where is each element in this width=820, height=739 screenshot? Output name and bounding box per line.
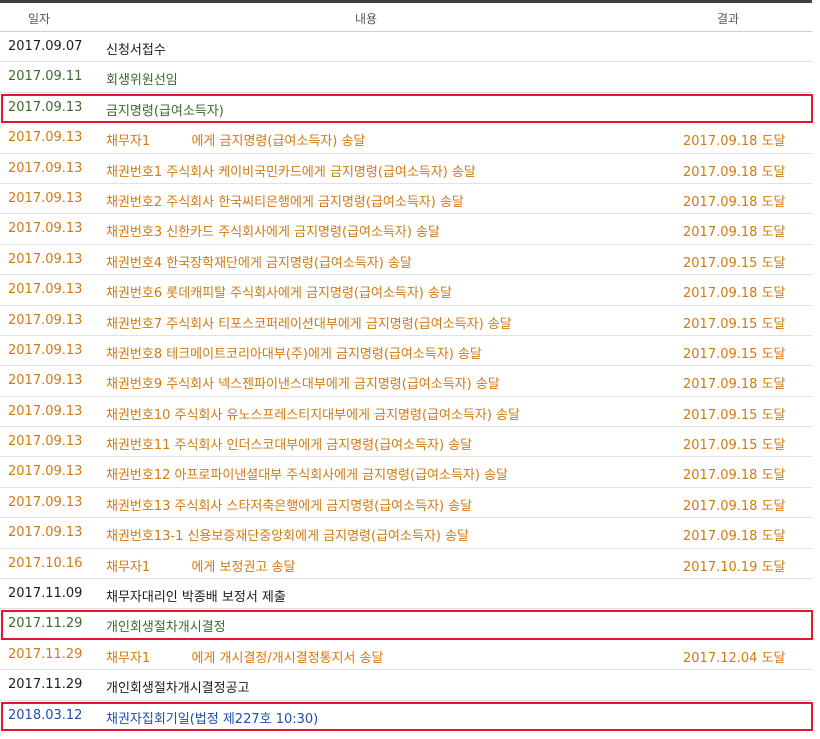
row-content: 채무자1 에게 금지명령(급여소득자) 송달 [106, 134, 366, 150]
row-result: 2017.09.18 도달 [683, 225, 786, 241]
row-result: 2017.09.15 도달 [683, 255, 786, 271]
row-result: 2017.09.18 도달 [683, 164, 786, 180]
row-result: 2017.09.18 도달 [683, 134, 786, 150]
row-content: 채권자집회기일(법정 제227호 10:30) [106, 711, 319, 727]
table-row: 2017.09.13 채권번호7 주식회사 티포스코퍼레이션대부에게 금지명령(급… [0, 306, 812, 336]
row-date: 2017.11.29 [8, 677, 83, 693]
row-date: 2017.09.13 [8, 190, 83, 206]
row-date: 2017.10.16 [8, 555, 83, 571]
row-date: 2017.09.13 [8, 99, 83, 115]
header-date: 일자 [28, 12, 51, 26]
table-row: 2017.09.13 채권번호13-1 신용보증재단중앙회에게 금지명령(급여소득… [0, 518, 812, 549]
row-content: 채권번호2 주식회사 한국씨티은행에게 금지명령(급여소득자) 송달 [106, 194, 464, 210]
row-content: 회생위원선임 [106, 73, 178, 89]
row-date: 2017.09.07 [8, 39, 83, 54]
table-row: 2017.09.13 금지명령(급여소득자) [0, 93, 813, 124]
row-date: 2017.09.13 [8, 525, 83, 541]
table-row: 2017.09.13 채권번호2 주식회사 한국씨티은행에게 금지명령(급여소득자… [0, 184, 812, 215]
row-result: 2017.09.15 도달 [683, 438, 786, 454]
table-row: 2017.09.11 회생위원선임 [0, 62, 812, 93]
row-result: 2017.09.18 도달 [683, 498, 786, 514]
table-row: 2017.11.29 개인회생절차개시결정 [0, 609, 813, 640]
row-date: 2017.09.13 [8, 494, 83, 510]
table-row: 2017.09.13 채권번호4 한국장학재단에게 금지명령(급여소득자) 송달 2… [0, 245, 812, 276]
row-result: 2017.10.19 도달 [683, 559, 786, 575]
row-result: 2017.09.15 도달 [683, 316, 786, 332]
row-result: 2017.09.15 도달 [683, 346, 786, 362]
row-date: 2017.09.13 [8, 130, 83, 146]
row-content: 채권번호1 주식회사 케이비국민카드에게 금지명령(급여소득자) 송달 [106, 164, 476, 180]
row-date: 2017.09.13 [8, 464, 83, 480]
row-date: 2017.09.13 [8, 251, 83, 267]
row-content: 채권번호10 주식회사 유노스프레스티지대부에게 금지명령(급여소득자) 송달 [106, 407, 520, 423]
table-row: 2017.09.13 채권번호11 주식회사 인더스코대부에게 금지명령(급여소득… [0, 427, 812, 458]
row-result: 2017.09.18 도달 [683, 468, 786, 484]
table-row: 2017.09.13 채권번호8 테크메이트코리아대부(주)에게 금지명령(급여소… [0, 336, 812, 367]
row-date: 2017.09.13 [8, 434, 83, 450]
row-content: 채권번호4 한국장학재단에게 금지명령(급여소득자) 송달 [106, 255, 412, 271]
table-header: 일자 내용 결과 [0, 3, 812, 32]
row-content: 채권번호3 신한카드 주식회사에게 금지명령(급여소득자) 송달 [106, 225, 440, 241]
table-row: 2017.09.13 채권번호6 롯데캐피탈 주식회사에게 금지명령(급여소득자)… [0, 275, 812, 306]
table-body: 2017.09.07 신청서접수 2017.09.11 회생위원선임 2017.09.1… [0, 32, 813, 731]
case-progress-table: 일자 내용 결과 2017.09.07 신청서접수 2017.09.11 회생위원선임… [0, 3, 813, 731]
row-date: 2017.09.13 [8, 160, 83, 176]
row-date: 2017.09.11 [8, 69, 83, 85]
table-row: 2017.09.13 채권번호1 주식회사 케이비국민카드에게 금지명령(급여소득… [0, 154, 812, 184]
row-content: 개인회생절차개시결정 [106, 620, 226, 636]
row-date: 2017.09.13 [8, 403, 83, 419]
table-row: 2017.11.29 채무자1 에게 개시결정/개시결정통지서 송달 2017.12… [0, 640, 812, 671]
row-date: 2017.11.29 [8, 616, 83, 632]
table-row: 2017.09.13 채권번호13 주식회사 스타저축은행에게 금지명령(급여소득… [0, 488, 812, 519]
header-content: 내용 [355, 12, 378, 26]
row-content: 금지명령(급여소득자) [106, 103, 224, 119]
row-date: 2018.03.12 [8, 707, 83, 723]
row-date: 2017.09.13 [8, 282, 83, 298]
row-date: 2017.11.09 [8, 586, 83, 602]
row-content: 채무자대리인 박종배 보정서 제출 [106, 590, 286, 606]
row-date: 2017.11.29 [8, 646, 83, 662]
row-date: 2017.09.13 [8, 312, 83, 328]
row-date: 2017.09.13 [8, 342, 83, 358]
row-content: 채무자1 에게 보정권고 송달 [106, 559, 296, 575]
row-content: 채권번호7 주식회사 티포스코퍼레이션대부에게 금지명령(급여소득자) 송달 [106, 316, 512, 332]
table-row: 2017.10.16 채무자1 에게 보정권고 송달 2017.10.19 도달 [0, 549, 812, 580]
table-row: 2017.09.13 채권번호10 주식회사 유노스프레스티지대부에게 금지명령(… [0, 397, 812, 428]
row-date: 2017.09.13 [8, 221, 83, 237]
row-result: 2017.09.18 도달 [683, 529, 786, 545]
row-content: 개인회생절차개시결정공고 [106, 681, 250, 697]
row-content: 채무자1 에게 개시결정/개시결정통지서 송달 [106, 650, 384, 666]
row-result: 2017.12.04 도달 [683, 650, 786, 666]
table-row: 2017.11.09 채무자대리인 박종배 보정서 제출 [0, 579, 812, 610]
row-result: 2017.09.18 도달 [683, 377, 786, 393]
row-result: 2017.09.18 도달 [683, 194, 786, 210]
table-row: 2017.09.13 채권번호12 아프로파이낸셜대부 주식회사에게 금지명령(급… [0, 457, 812, 488]
row-content: 채권번호13-1 신용보증재단중앙회에게 금지명령(급여소득자) 송달 [106, 529, 470, 545]
row-content: 채권번호13 주식회사 스타저축은행에게 금지명령(급여소득자) 송달 [106, 498, 473, 514]
row-content: 채권번호12 아프로파이낸셜대부 주식회사에게 금지명령(급여소득자) 송달 [106, 468, 509, 484]
row-content: 채권번호11 주식회사 인더스코대부에게 금지명령(급여소득자) 송달 [106, 438, 473, 454]
table-row: 2017.09.13 채권번호9 주식회사 넥스젠파이낸스대부에게 금지명령(급여… [0, 366, 812, 397]
table-row: 2017.09.07 신청서접수 [0, 32, 812, 63]
row-content: 채권번호9 주식회사 넥스젠파이낸스대부에게 금지명령(급여소득자) 송달 [106, 377, 500, 393]
row-date: 2017.09.13 [8, 373, 83, 389]
table-row: 2017.09.13 채무자1 에게 금지명령(급여소득자) 송달 2017.09.… [0, 123, 812, 154]
row-result: 2017.09.15 도달 [683, 407, 786, 423]
header-result: 결과 [717, 12, 740, 26]
row-content: 채권번호6 롯데캐피탈 주식회사에게 금지명령(급여소득자) 송달 [106, 286, 452, 302]
row-result: 2017.09.18 도달 [683, 286, 786, 302]
row-content: 신청서접수 [106, 43, 166, 58]
row-content: 채권번호8 테크메이트코리아대부(주)에게 금지명령(급여소득자) 송달 [106, 346, 482, 362]
table-row: 2017.09.13 채권번호3 신한카드 주식회사에게 금지명령(급여소득자) … [0, 214, 812, 245]
table-row: 2017.11.29 개인회생절차개시결정공고 [0, 670, 812, 701]
table-row: 2018.03.12 채권자집회기일(법정 제227호 10:30) [0, 701, 813, 731]
